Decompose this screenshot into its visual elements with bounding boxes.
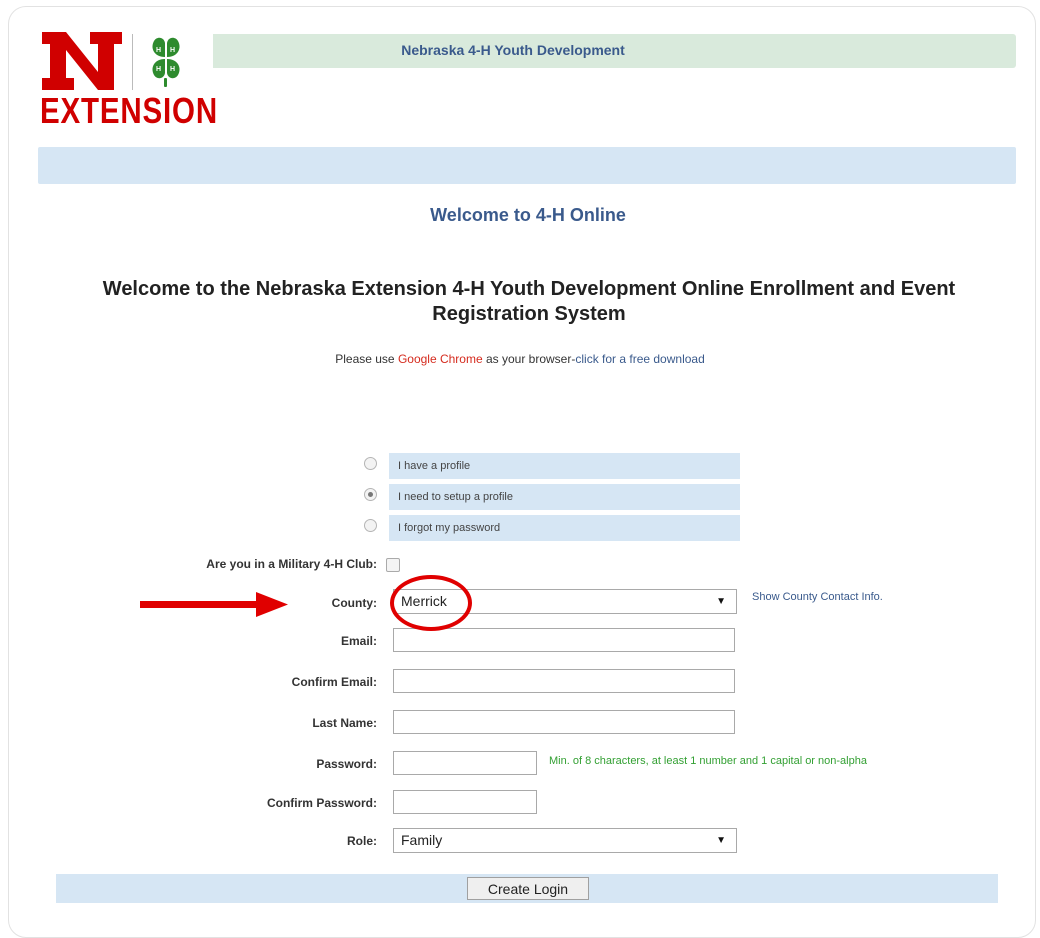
welcome-title: Welcome to the Nebraska Extension 4-H Yo… (102, 278, 956, 325)
extension-logo[interactable]: H H H H EXTENSION (40, 30, 217, 140)
dropdown-arrow-icon: ▼ (716, 596, 726, 607)
create-login-button[interactable]: Create Login (467, 877, 589, 900)
county-contact-link[interactable]: Show County Contact Info. (752, 591, 883, 603)
svg-text:H: H (170, 47, 175, 54)
svg-text:H: H (156, 47, 161, 54)
county-label: County: (331, 596, 377, 610)
logo-divider (132, 34, 133, 90)
browser-note-middle: as your browser- (482, 352, 576, 366)
extension-wordmark: EXTENSION (40, 90, 218, 131)
radio-setup-profile[interactable] (364, 488, 377, 501)
welcome-subtitle: Welcome to 4-H Online (430, 205, 626, 225)
last-name-field[interactable] (393, 710, 735, 734)
role-label: Role: (347, 834, 377, 848)
role-selected-value: Family (401, 832, 443, 848)
confirm-email-label: Confirm Email: (291, 675, 377, 689)
svg-text:H: H (156, 66, 161, 73)
browser-note-prefix: Please use (335, 352, 398, 366)
red-circle-annotation (390, 575, 472, 631)
role-select[interactable]: Family ▼ (393, 828, 737, 853)
confirm-password-label: Confirm Password: (266, 796, 377, 810)
red-arrow-annotation-icon (140, 592, 288, 617)
option-setup-profile[interactable]: I need to setup a profile (389, 484, 740, 510)
site-title: Nebraska 4-H Youth Development (401, 42, 625, 58)
radio-have-profile[interactable] (364, 457, 377, 470)
google-chrome-link[interactable]: Google Chrome (398, 352, 483, 366)
confirm-password-field[interactable] (393, 790, 537, 814)
confirm-email-field[interactable] (393, 669, 735, 693)
free-download-link[interactable]: click for a free download (575, 352, 704, 366)
military-club-label: Are you in a Military 4-H Club: (206, 557, 377, 571)
password-label: Password: (316, 757, 377, 771)
svg-text:H: H (170, 66, 175, 73)
email-label: Email: (340, 634, 377, 648)
email-field[interactable] (393, 628, 735, 652)
option-forgot-password[interactable]: I forgot my password (389, 515, 740, 541)
password-field[interactable] (393, 751, 537, 775)
last-name-label: Last Name: (312, 716, 377, 730)
password-hint: Min. of 8 characters, at least 1 number … (549, 755, 867, 767)
option-have-profile[interactable]: I have a profile (389, 453, 740, 479)
nebraska-n-logo-icon (42, 32, 122, 90)
dropdown-arrow-icon: ▼ (716, 835, 726, 846)
military-club-checkbox[interactable] (386, 558, 400, 572)
browser-note: Please use Google Chrome as your browser… (0, 352, 1040, 366)
nav-bar (38, 147, 1016, 184)
radio-forgot-password[interactable] (364, 519, 377, 532)
four-h-clover-icon: H H H H (152, 37, 180, 87)
